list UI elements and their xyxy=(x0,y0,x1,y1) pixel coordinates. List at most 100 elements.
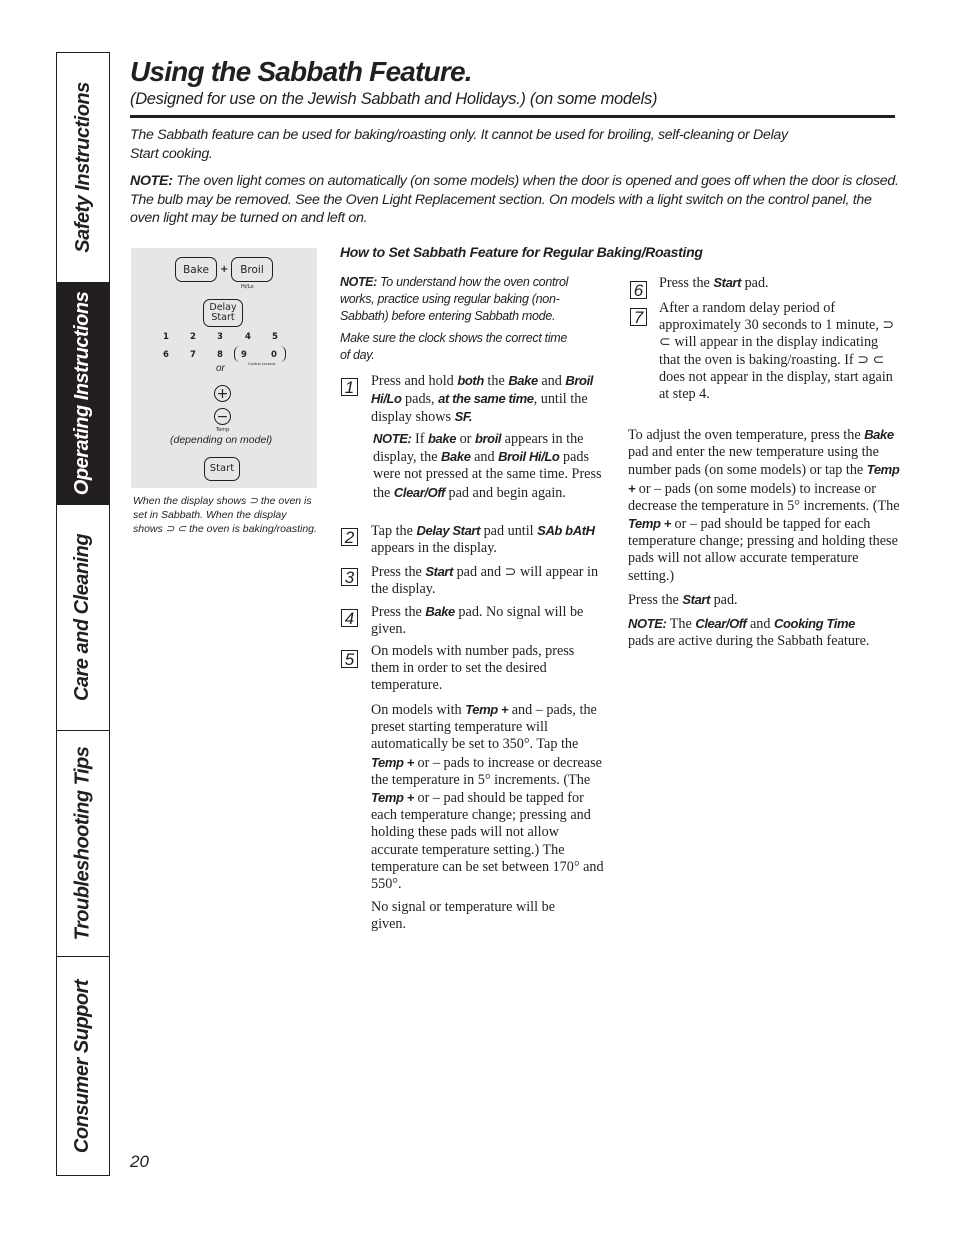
number-pad-5: 5 xyxy=(272,332,278,342)
control-lockout-label: Control Lockout xyxy=(248,362,276,366)
emph: Temp + xyxy=(465,702,509,717)
section-note: NOTE: To understand how the oven control… xyxy=(340,274,595,364)
text: To adjust the oven temperature, press th… xyxy=(628,427,865,443)
text: The xyxy=(666,616,696,633)
step-number-5: 5 xyxy=(341,650,358,668)
tab-safety-instructions[interactable]: Safety Instructions xyxy=(57,53,109,283)
tab-troubleshooting-tips[interactable]: Troubleshooting Tips xyxy=(57,731,109,957)
start-pad: Start xyxy=(204,457,240,481)
emph: SF. xyxy=(454,409,473,425)
number-pad-3: 3 xyxy=(217,332,223,342)
no-signal-text: No signal or temperature will be given. xyxy=(371,899,555,933)
text: On models with xyxy=(371,702,466,718)
text: pad until xyxy=(480,523,538,539)
text: pad. xyxy=(741,275,769,291)
number-pad-6: 6 xyxy=(163,350,169,360)
temp-label: Temp xyxy=(216,427,230,433)
text: Press the xyxy=(371,564,426,580)
step-2: Tap the Delay Start pad until SAb bAtH a… xyxy=(371,522,606,557)
tab-label: Care and Cleaning xyxy=(71,533,94,702)
tab-label: Safety Instructions xyxy=(71,82,94,253)
step-4: Press the Bake pad. No signal will be gi… xyxy=(371,603,606,638)
text: pad and begin again. xyxy=(444,484,566,501)
emph: Broil Hi/Lo xyxy=(498,449,560,465)
emph: Cooking Time xyxy=(774,616,855,632)
number-pad-7: 7 xyxy=(190,350,196,360)
step-number-7: 7 xyxy=(630,308,647,326)
text: or xyxy=(456,431,475,447)
adjust-temperature-paragraph: To adjust the oven temperature, press th… xyxy=(628,426,900,650)
practice-note: NOTE: To understand how the oven control… xyxy=(340,274,595,325)
number-pad-2: 2 xyxy=(190,332,196,342)
step-number-2: 2 xyxy=(341,528,358,546)
text: and xyxy=(470,449,499,466)
emph: bake xyxy=(428,431,457,446)
tab-care-and-cleaning[interactable]: Care and Cleaning xyxy=(57,505,109,731)
control-panel-illustration: Bake + Broil Hi/Lo Delay Start 1 2 3 4 5… xyxy=(131,248,317,488)
note-label: NOTE: xyxy=(130,173,173,189)
tab-consumer-support[interactable]: Consumer Support xyxy=(57,957,109,1175)
step-1: Press and hold both the Bake and Broil H… xyxy=(371,372,606,427)
emph: Bake xyxy=(864,427,894,442)
text: Press the xyxy=(659,275,714,291)
broil-pad: Broil xyxy=(231,257,273,282)
number-pad-0: 0 xyxy=(271,350,277,360)
clock-note: Make sure the clock shows the correct ti… xyxy=(340,331,568,362)
or-label: or xyxy=(216,363,225,374)
tab-label: Operating Instructions xyxy=(71,291,94,496)
number-pad-1: 1 xyxy=(163,332,169,342)
text: After a random delay period of approxima… xyxy=(659,300,895,403)
bake-pad: Bake xyxy=(175,257,217,282)
emph: Clear/Off xyxy=(695,616,747,632)
header-rule xyxy=(130,115,895,118)
text: Tap the xyxy=(371,523,417,539)
text: pads are active during the Sabbath featu… xyxy=(628,633,870,650)
step-7: After a random delay period of approxima… xyxy=(659,300,896,403)
emph: Clear/Off xyxy=(393,484,445,500)
number-pad-8: 8 xyxy=(217,350,223,360)
delay-start-pad: Delay Start xyxy=(203,299,243,327)
emph: Temp + xyxy=(371,754,414,770)
emph: Bake xyxy=(441,449,471,465)
intro-paragraph: The Sabbath feature can be used for baki… xyxy=(130,127,788,162)
step-number-4: 4 xyxy=(341,609,358,627)
step-number-6: 6 xyxy=(630,281,647,299)
emph: Start xyxy=(425,564,454,579)
intro-note: NOTE: The oven light comes on automatica… xyxy=(130,172,900,228)
text: and xyxy=(537,373,566,389)
emph: Bake xyxy=(508,373,538,388)
text: pads, xyxy=(401,391,439,408)
step-number-1: 1 xyxy=(341,378,358,396)
text: Press and hold xyxy=(371,373,458,389)
hi-lo-label: Hi/Lo xyxy=(241,284,254,290)
emph: Start xyxy=(682,591,711,607)
note-label: NOTE: xyxy=(340,275,377,289)
number-pad-4: 4 xyxy=(245,332,251,342)
note-text: The oven light comes on automatically (o… xyxy=(130,173,899,226)
number-pad-9: 9 xyxy=(241,350,247,360)
page-title: Using the Sabbath Feature. xyxy=(130,56,473,87)
text: or – pad should be tapped for each tempe… xyxy=(371,790,604,893)
tab-label: Consumer Support xyxy=(71,979,94,1153)
emph: Temp + xyxy=(628,516,671,532)
depending-on-model-label: (depending on model) xyxy=(170,434,273,446)
panel-caption: When the display shows ⊃ the oven is set… xyxy=(133,495,317,535)
text: On models with number pads, press them i… xyxy=(371,643,575,694)
text: Press the xyxy=(628,591,683,608)
step-3: Press the Start pad and ⊃ will appear in… xyxy=(371,563,611,598)
emph: broil xyxy=(474,431,502,446)
step-number-3: 3 xyxy=(341,568,358,586)
page-subtitle: (Designed for use on the Jewish Sabbath … xyxy=(130,90,658,108)
step-6: Press the Start pad. xyxy=(659,274,894,292)
text: and xyxy=(746,616,775,633)
tab-label: Troubleshooting Tips xyxy=(71,746,94,941)
tab-operating-instructions[interactable]: Operating Instructions xyxy=(57,283,109,505)
emph: Delay Start xyxy=(416,523,481,538)
text: pad and enter the new temperature using … xyxy=(628,444,879,479)
emph: Bake xyxy=(425,604,455,619)
emph: SAb bAtH xyxy=(537,523,595,538)
text: appears in the display. xyxy=(371,540,497,557)
text: or – pads (on some models) to increase o… xyxy=(628,480,900,514)
page-number: 20 xyxy=(130,1152,149,1171)
emph: Start xyxy=(713,275,742,290)
